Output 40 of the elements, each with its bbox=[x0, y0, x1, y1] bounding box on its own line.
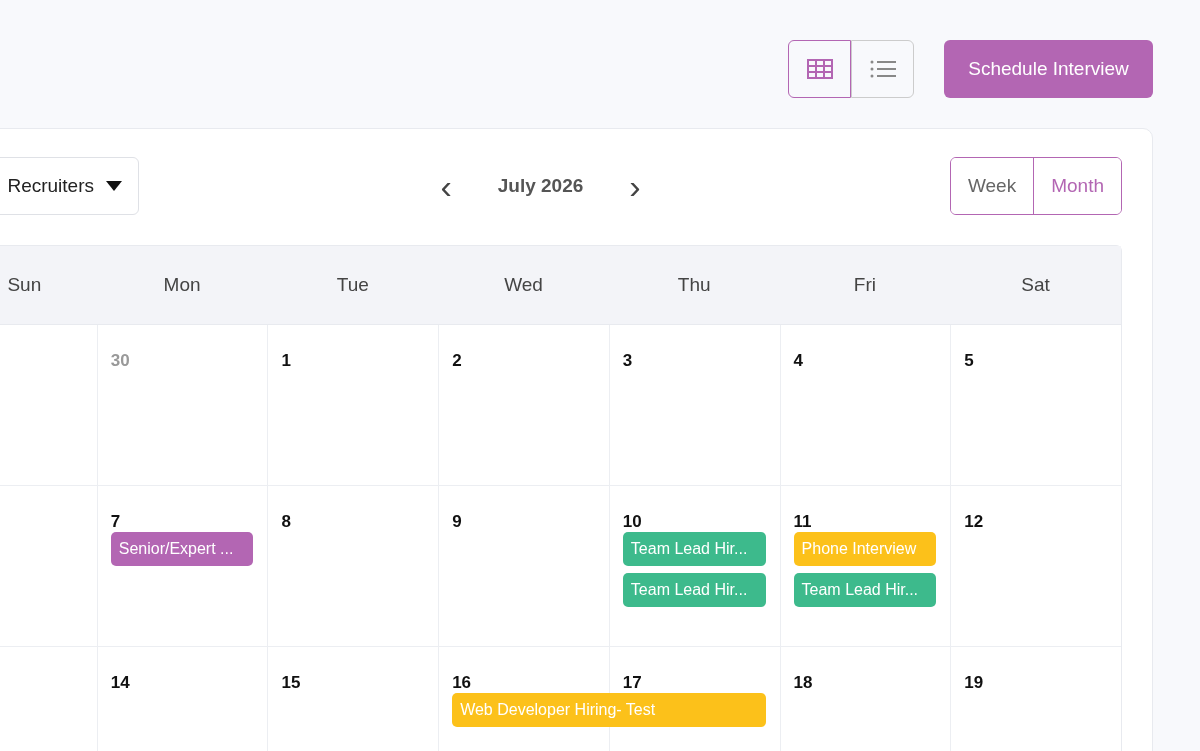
weekday-header: Wed bbox=[503, 274, 544, 296]
weekday-header: Thu bbox=[676, 274, 712, 296]
date-number: 30 bbox=[110, 351, 130, 371]
event-chip[interactable]: Senior/Expert ... bbox=[110, 532, 254, 566]
date-number: 5 bbox=[964, 351, 974, 371]
date-number: 1 bbox=[281, 351, 291, 371]
date-number: 18 bbox=[793, 673, 813, 693]
date-number: 7 bbox=[110, 512, 121, 532]
previous-month-button[interactable]: ‹ bbox=[434, 169, 458, 203]
date-number: 17 bbox=[622, 673, 642, 693]
date-number: 2 bbox=[452, 351, 462, 371]
weekday-header: Sun bbox=[6, 274, 43, 296]
weekday-header: Sat bbox=[1020, 274, 1051, 296]
month-title: July 2026 bbox=[497, 175, 584, 197]
date-number: 3 bbox=[622, 351, 633, 371]
view-mode-tab[interactable]: Month bbox=[1033, 158, 1121, 214]
weekday-header: Fri bbox=[852, 274, 877, 296]
next-month-button[interactable]: › bbox=[623, 169, 647, 203]
date-number: 9 bbox=[452, 512, 462, 532]
date-number: 14 bbox=[110, 673, 130, 693]
event-chip[interactable]: Team Lead Hir... bbox=[793, 573, 937, 607]
grid-icon bbox=[806, 59, 833, 79]
date-number: 8 bbox=[281, 512, 291, 532]
list-view-button[interactable] bbox=[851, 40, 914, 98]
weekday-header: Mon bbox=[162, 274, 202, 296]
recruiter-dropdown[interactable]: Recruiters bbox=[0, 157, 139, 215]
event-chip[interactable]: Team Lead Hir... bbox=[622, 532, 766, 566]
date-number: 10 bbox=[622, 512, 642, 532]
list-icon bbox=[869, 59, 896, 79]
caret-icon bbox=[106, 181, 122, 191]
date-number: 16 bbox=[452, 673, 472, 693]
date-number: 15 bbox=[281, 673, 301, 693]
date-number: 11 bbox=[793, 512, 812, 532]
grid-view-button[interactable] bbox=[788, 40, 851, 98]
date-number: 19 bbox=[964, 673, 984, 693]
date-number: 12 bbox=[964, 512, 984, 532]
event-chip[interactable]: Team Lead Hir... bbox=[622, 573, 766, 607]
weekday-header: Tue bbox=[335, 274, 370, 296]
date-number: 4 bbox=[793, 351, 804, 371]
schedule-interview-button[interactable]: Schedule Interview bbox=[944, 40, 1153, 98]
